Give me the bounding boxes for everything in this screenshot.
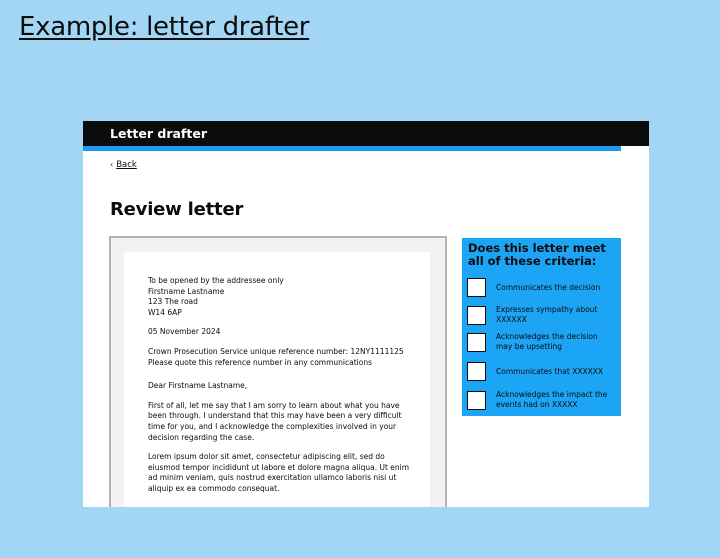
letter-paragraph-2: Lorem ipsum dolor sit amet, consectetur … (148, 452, 410, 493)
criteria-item-communicates-that[interactable]: Communicates that XXXXXX (467, 362, 608, 381)
checkbox[interactable] (467, 332, 486, 352)
criteria-item-communicates-decision[interactable]: Communicates the decision (467, 278, 608, 297)
page-title: Review letter (110, 199, 244, 220)
letter-preview-frame[interactable]: To be opened by the addressee only First… (109, 236, 447, 507)
letter-date: 05 November 2024 (148, 327, 221, 337)
criteria-label: Expresses sympathy about XXXXXX (496, 305, 598, 324)
criteria-label: Acknowledges the impact the events had o… (496, 390, 608, 409)
app-window: Letter drafter ‹ Back Review letter To be… (83, 121, 649, 507)
checkbox[interactable] (467, 278, 486, 297)
checkbox[interactable] (467, 305, 486, 325)
slide-title: Example: letter drafter (19, 12, 310, 42)
letter-paragraph-1: First of all, let me say that I am sorry… (148, 400, 402, 442)
back-link[interactable]: ‹ Back (110, 160, 137, 170)
letter-reference: Crown Prosecution Service unique referen… (148, 346, 404, 367)
letter-paper: To be opened by the addressee only First… (124, 252, 430, 507)
back-link-label: Back (116, 160, 137, 170)
criteria-panel: Does this letter meet all of these crite… (462, 238, 621, 416)
app-header: Letter drafter (83, 121, 649, 146)
criteria-title: Does this letter meet all of these crite… (468, 241, 606, 268)
checkbox[interactable] (467, 362, 486, 381)
criteria-item-acknowledges-impact[interactable]: Acknowledges the impact the events had o… (467, 390, 608, 410)
service-name[interactable]: Letter drafter (110, 126, 207, 141)
header-accent-bar (83, 146, 621, 151)
criteria-label: Communicates the decision (496, 282, 601, 292)
checkbox[interactable] (467, 390, 486, 410)
criteria-label: Acknowledges the decision may be upsetti… (496, 332, 598, 351)
criteria-label: Communicates that XXXXXX (496, 366, 604, 376)
criteria-item-acknowledges-upsetting[interactable]: Acknowledges the decision may be upsetti… (467, 332, 608, 352)
chevron-left-icon: ‹ (110, 160, 114, 169)
letter-address: To be opened by the addressee only First… (148, 276, 284, 317)
criteria-item-expresses-sympathy[interactable]: Expresses sympathy about XXXXXX (467, 305, 608, 325)
letter-salutation: Dear Firstname Lastname, (148, 381, 248, 391)
